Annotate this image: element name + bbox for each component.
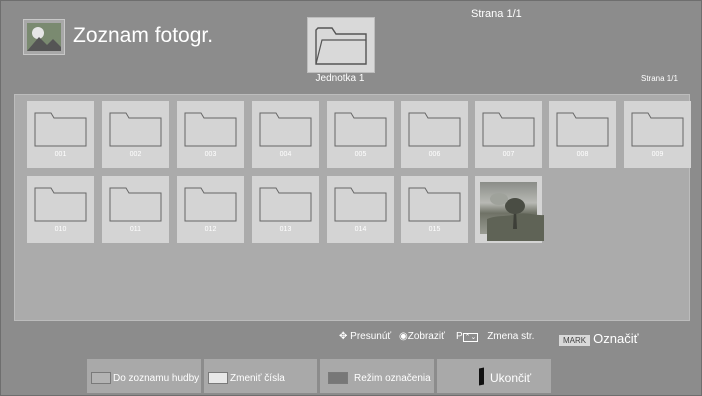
photo-thumbnail: [480, 182, 544, 241]
folder-label: 003: [204, 151, 217, 158]
folder-tile[interactable]: 015: [401, 176, 468, 243]
folder-label: 012: [204, 226, 217, 233]
hint-mark-label: Označiť: [593, 331, 639, 346]
folder-icon: [556, 112, 609, 147]
hint-mark: MARK Označiť: [559, 331, 639, 346]
folder-tile[interactable]: 004: [252, 101, 319, 168]
folder-label: 004: [279, 151, 292, 158]
music-list-label: Do zoznamu hudby: [113, 373, 200, 384]
change-numbers-label: Zmeniť čísla: [230, 373, 285, 384]
hint-page-p: P: [456, 331, 463, 342]
folder-label: 011: [129, 226, 142, 233]
folder-label: 002: [129, 151, 142, 158]
file-grid: 001 002 003 004 005 006 007 008 009 010 …: [14, 94, 691, 321]
change-numbers-button[interactable]: Zmeniť čísla: [204, 359, 317, 393]
folder-icon: [109, 112, 162, 147]
blue-key-icon: [328, 372, 348, 384]
folder-icon: [631, 112, 684, 147]
folder-icon: [34, 112, 87, 147]
page-title: Zoznam fotogr.: [73, 24, 214, 47]
folder-icon: [184, 187, 237, 222]
folder-icon: [408, 187, 461, 222]
photo-list-screen: Zoznam fotogr. Strana 1/1 Jednotka 1 Str…: [0, 0, 702, 396]
drive-label: Jednotka 1: [315, 73, 365, 84]
page-updown-icon: ⌃⌄: [462, 333, 479, 342]
folder-tile[interactable]: 014: [327, 176, 394, 243]
green-key-icon: [208, 372, 228, 384]
folder-label: 010: [54, 226, 67, 233]
folder-icon: [334, 187, 387, 222]
exit-button[interactable]: Ukončiť: [437, 359, 551, 393]
folder-icon: [184, 112, 237, 147]
exit-label: Ukončiť: [490, 371, 532, 385]
photo-tile[interactable]: [475, 176, 544, 243]
folder-icon: [334, 112, 387, 147]
hint-page-label: Zmena str.: [487, 331, 535, 342]
page-indicator-top: Strana 1/1: [471, 8, 522, 20]
hint-move: ✥ Presunúť: [339, 331, 391, 345]
folder-icon: [408, 112, 461, 147]
folder-tile[interactable]: 008: [549, 101, 616, 168]
folder-label: 001: [54, 151, 67, 158]
folder-label: 005: [354, 151, 367, 158]
folder-tile[interactable]: 001: [27, 101, 94, 168]
folder-label: 015: [428, 226, 441, 233]
folder-label: 008: [576, 151, 589, 158]
hint-move-label: Presunúť: [350, 331, 392, 342]
mark-key-badge: MARK: [559, 335, 591, 346]
navigate-arrows-icon: ✥: [339, 331, 348, 342]
folder-tile[interactable]: 010: [27, 176, 94, 243]
folder-icon: [315, 27, 367, 65]
folder-tile[interactable]: 002: [102, 101, 169, 168]
folder-icon: [109, 187, 162, 222]
folder-tile[interactable]: 012: [177, 176, 244, 243]
folder-icon: [259, 187, 312, 222]
folder-tile[interactable]: 009: [624, 101, 691, 168]
photo-list-icon: [23, 19, 65, 55]
folder-label: 006: [428, 151, 441, 158]
folder-label: 009: [651, 151, 664, 158]
yellow-key-icon: [91, 372, 111, 384]
mark-mode-button[interactable]: Režim označenia: [320, 359, 434, 393]
folder-tile[interactable]: 011: [102, 176, 169, 243]
hint-view: ◉Zobraziť: [399, 331, 445, 345]
mark-mode-label: Režim označenia: [354, 373, 431, 384]
drive-button[interactable]: [307, 17, 375, 73]
folder-tile[interactable]: 006: [401, 101, 468, 168]
folder-tile[interactable]: 013: [252, 176, 319, 243]
music-list-button[interactable]: Do zoznamu hudby: [87, 359, 201, 393]
exit-icon: [479, 367, 484, 386]
folder-icon: [482, 112, 535, 147]
folder-label: 014: [354, 226, 367, 233]
folder-tile[interactable]: 007: [475, 101, 542, 168]
page-indicator-right: Strana 1/1: [641, 74, 678, 83]
ok-button-icon: ◉: [399, 331, 408, 342]
hint-view-label: Zobraziť: [407, 331, 445, 342]
folder-label: 007: [502, 151, 515, 158]
hint-page-change: P ⌃⌄ Zmena str.: [456, 331, 534, 345]
folder-icon: [259, 112, 312, 147]
folder-icon: [34, 187, 87, 222]
folder-tile[interactable]: 005: [327, 101, 394, 168]
folder-tile[interactable]: 003: [177, 101, 244, 168]
folder-label: 013: [279, 226, 292, 233]
